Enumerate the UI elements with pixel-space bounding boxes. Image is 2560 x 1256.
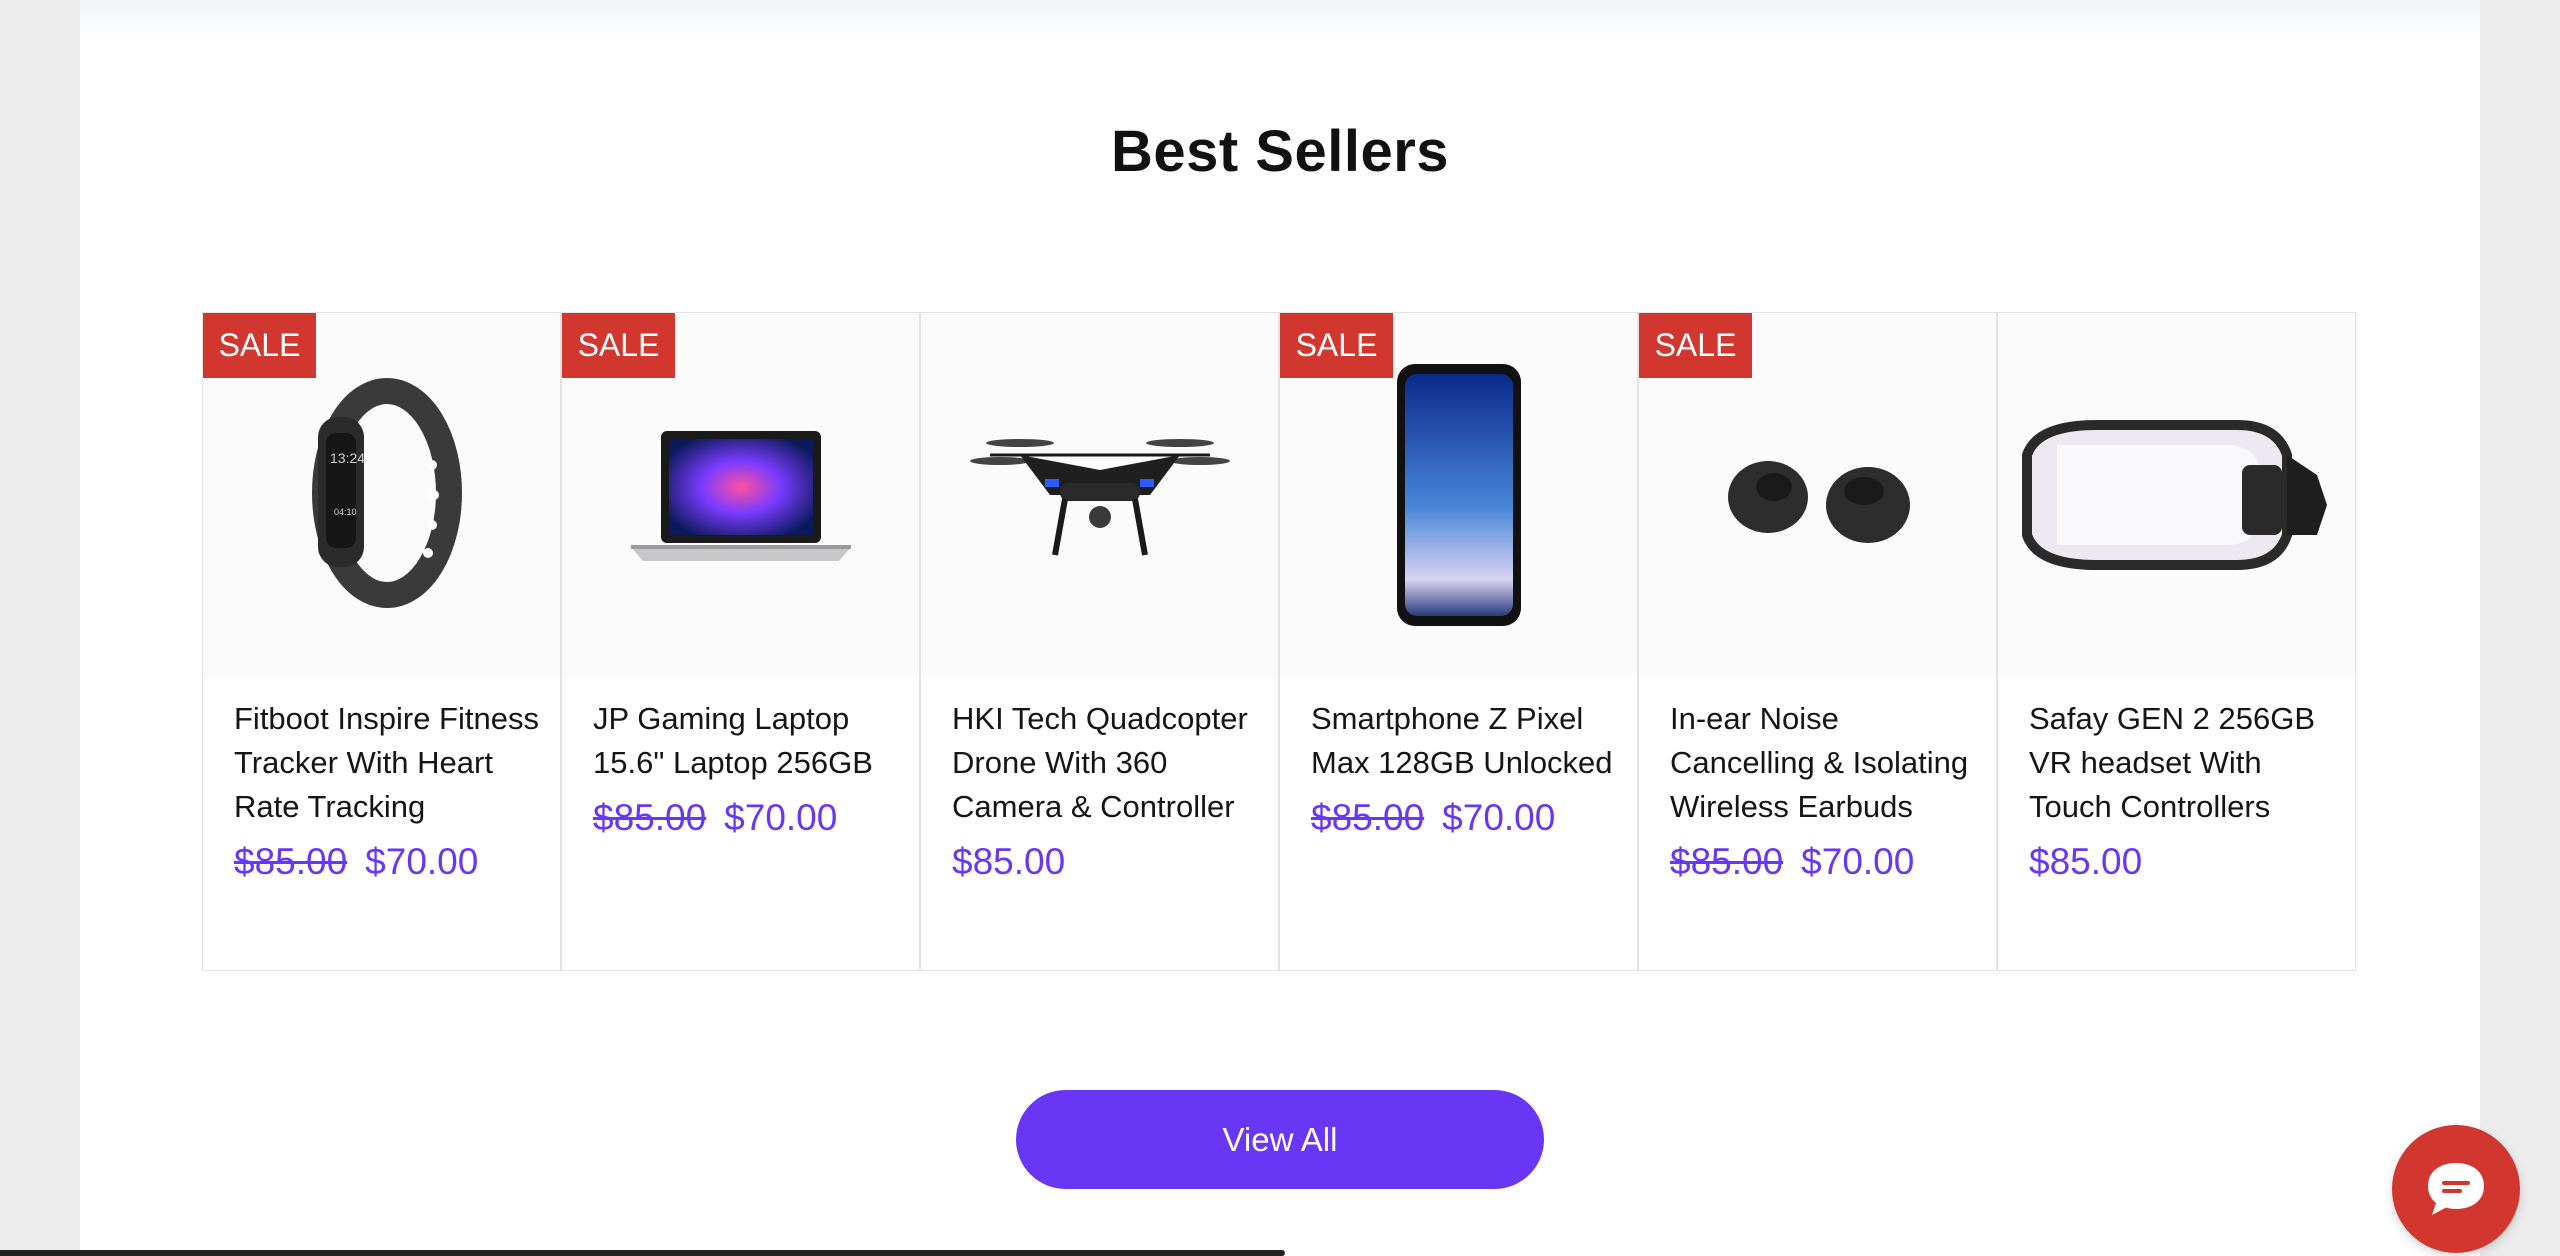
sale-price: $70.00 [724, 797, 838, 838]
product-name[interactable]: JP Gaming Laptop 15.6" Laptop 256GB [593, 697, 903, 785]
sale-badge: SALE [1639, 313, 1752, 378]
product-prices: $85.00 [2029, 837, 2339, 887]
product-name[interactable]: Safay GEN 2 256GB VR headset With Touch … [2029, 697, 2339, 829]
price: $85.00 [952, 841, 1066, 882]
product-info: Fitboot Inspire Fitness Tracker With Hea… [234, 697, 544, 887]
original-price: $85.00 [234, 841, 348, 882]
product-name[interactable]: In-ear Noise Cancelling & Isolating Wire… [1670, 697, 1980, 829]
vr-headset-image [2021, 420, 2327, 570]
original-price: $85.00 [593, 797, 707, 838]
svg-text:04:10: 04:10 [334, 507, 357, 517]
sale-badge: SALE [562, 313, 675, 378]
product-card[interactable]: SALE JP Gaming Laptop 15.6" Laptop 256GB… [561, 312, 920, 971]
product-card[interactable]: HKI Tech Quadcopter Drone With 360 Camer… [920, 312, 1279, 971]
drone-image [969, 439, 1230, 556]
fitness-tracker-image: 13:24 04:10 [311, 378, 462, 608]
product-info: In-ear Noise Cancelling & Isolating Wire… [1670, 697, 1980, 887]
product-info: Smartphone Z Pixel Max 128GB Unlocked $8… [1311, 697, 1621, 843]
product-card[interactable]: Safay GEN 2 256GB VR headset With Touch … [1997, 312, 2356, 971]
product-prices: $85.00 $70.00 [1311, 793, 1621, 843]
smartphone-image [1396, 364, 1521, 626]
price: $85.00 [2029, 841, 2143, 882]
chat-bubble-icon [2428, 1163, 2484, 1215]
product-prices: $85.00 [952, 837, 1262, 887]
product-info: HKI Tech Quadcopter Drone With 360 Camer… [952, 697, 1262, 887]
top-shadow [80, 0, 2480, 36]
product-info: JP Gaming Laptop 15.6" Laptop 256GB $85.… [593, 697, 903, 843]
product-name[interactable]: Fitboot Inspire Fitness Tracker With Hea… [234, 697, 544, 829]
scroll-indicator [0, 1250, 1285, 1256]
product-name[interactable]: HKI Tech Quadcopter Drone With 360 Camer… [952, 697, 1262, 829]
page: Best Sellers 13:24 04:10 SALE Fitboot In… [80, 0, 2480, 1256]
product-grid: 13:24 04:10 SALE Fitboot Inspire Fitness… [202, 312, 2356, 971]
product-image[interactable] [921, 313, 1278, 677]
svg-text:13:24: 13:24 [330, 450, 365, 466]
product-info: Safay GEN 2 256GB VR headset With Touch … [2029, 697, 2339, 887]
sale-price: $70.00 [365, 841, 479, 882]
product-prices: $85.00 $70.00 [593, 793, 903, 843]
sale-price: $70.00 [1801, 841, 1915, 882]
original-price: $85.00 [1311, 797, 1425, 838]
original-price: $85.00 [1670, 841, 1784, 882]
product-prices: $85.00 $70.00 [1670, 837, 1980, 887]
section-title: Best Sellers [1110, 119, 1450, 184]
chat-button[interactable] [2392, 1125, 2520, 1253]
product-image[interactable] [1998, 313, 2355, 677]
laptop-image [630, 431, 851, 561]
product-card[interactable]: 13:24 04:10 SALE Fitboot Inspire Fitness… [202, 312, 561, 971]
sale-badge: SALE [203, 313, 316, 378]
earbuds-image [1727, 461, 1910, 543]
view-all-button[interactable]: View All [1016, 1090, 1544, 1189]
product-prices: $85.00 $70.00 [234, 837, 544, 887]
product-card[interactable]: SALE In-ear Noise Cancelling & Isolating… [1638, 312, 1997, 971]
product-card[interactable]: SALE Smartphone Z Pixel Max 128GB Unlock… [1279, 312, 1638, 971]
sale-price: $70.00 [1442, 797, 1556, 838]
product-name[interactable]: Smartphone Z Pixel Max 128GB Unlocked [1311, 697, 1621, 785]
sale-badge: SALE [1280, 313, 1393, 378]
